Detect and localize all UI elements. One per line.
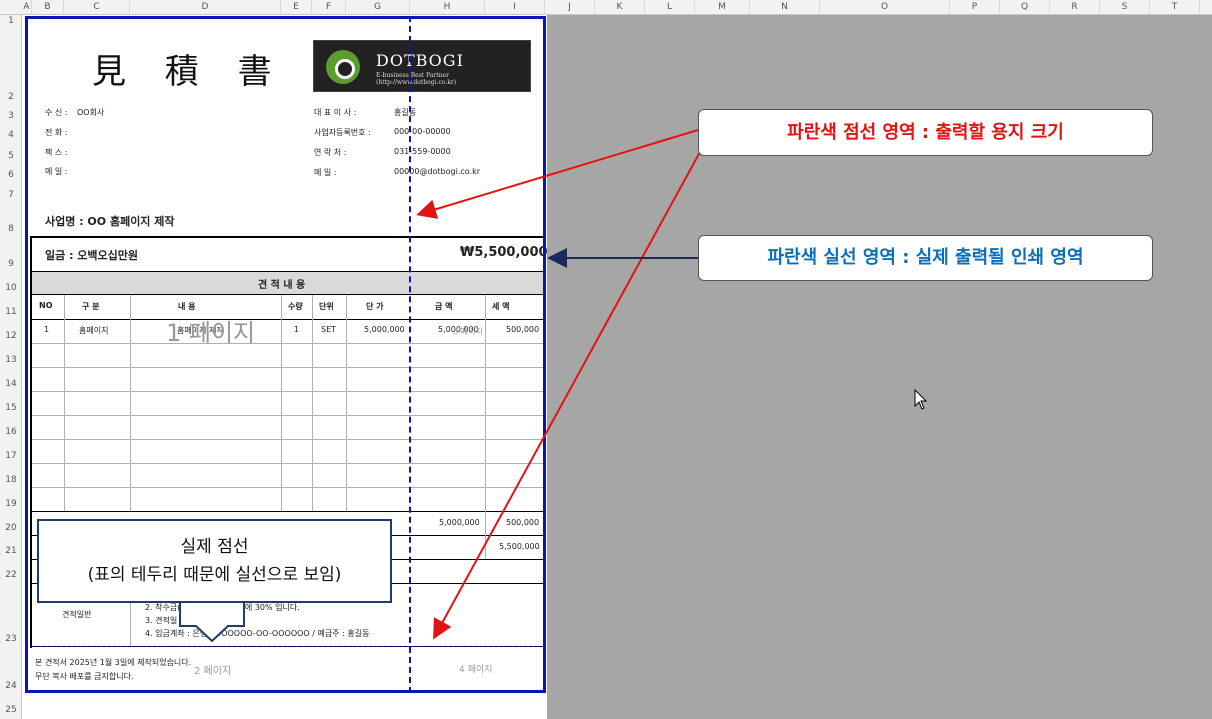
note-arrow-pointer xyxy=(179,603,245,643)
mouse-cursor-icon xyxy=(914,389,928,410)
solid-area-callout: 파란색 실선 영역 : 실제 출력될 인쇄 영역 xyxy=(698,235,1153,281)
dotted-area-callout: 파란색 점선 영역 : 출력할 용지 크기 xyxy=(698,109,1153,156)
annotation-arrows xyxy=(179,129,701,643)
arrow-to-dashed-corner xyxy=(433,151,701,640)
arrow-to-dashed-line xyxy=(416,129,699,219)
